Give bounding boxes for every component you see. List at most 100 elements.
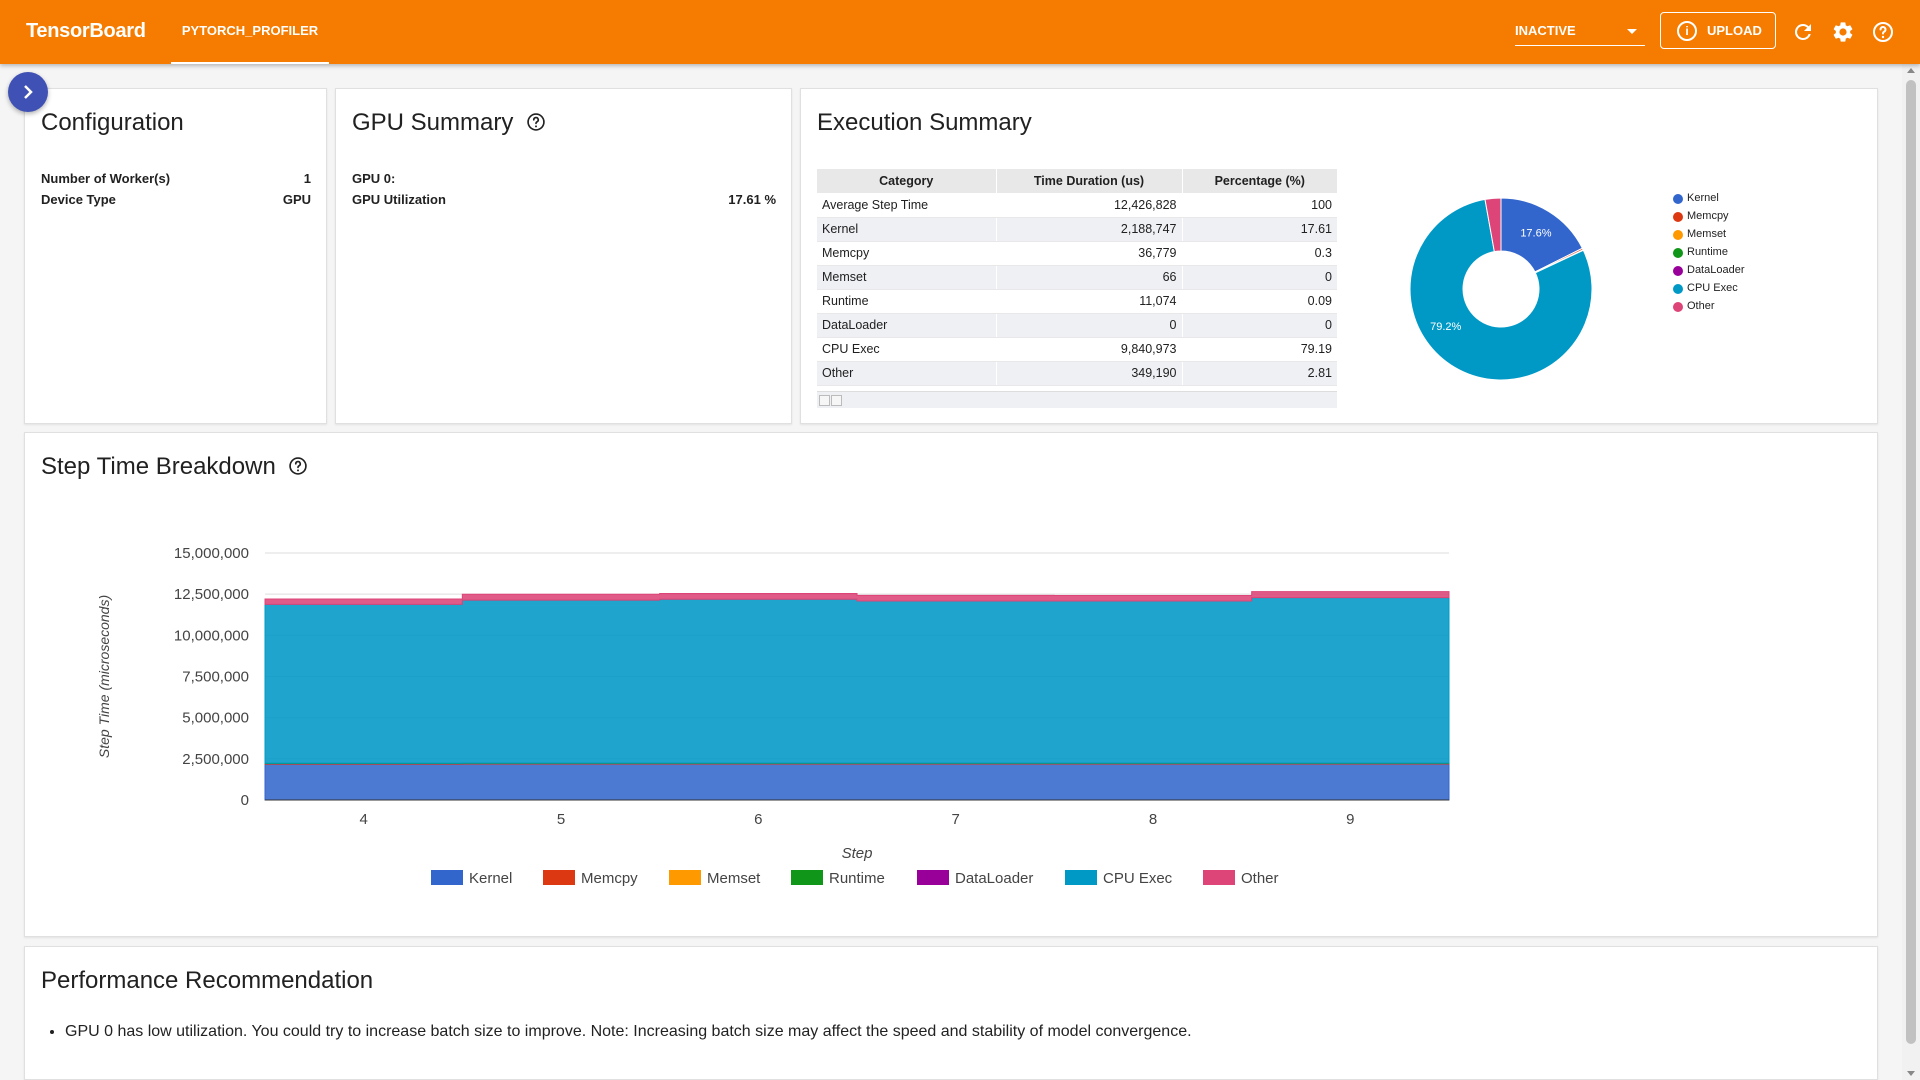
cell-duration: 9,840,973 xyxy=(996,337,1183,362)
config-value: 1 xyxy=(303,171,311,186)
legend-label: Runtime xyxy=(1687,246,1728,258)
config-label: Number of Worker(s) xyxy=(41,171,171,186)
legend-label: Memcpy xyxy=(581,870,638,887)
config-value: GPU xyxy=(282,192,311,207)
settings-icon[interactable] xyxy=(1831,20,1855,44)
legend-swatch xyxy=(669,870,701,885)
legend-item[interactable]: CPU Exec xyxy=(1065,870,1173,887)
cell-duration: 66 xyxy=(996,265,1183,290)
legend-label: Other xyxy=(1241,870,1279,887)
pie-slice-label: 17.6% xyxy=(1520,227,1551,239)
area-series-cpu-exec[interactable] xyxy=(264,597,1450,764)
cell-category: Other xyxy=(817,361,997,386)
cell-percentage: 79.19 xyxy=(1182,337,1337,362)
page-scrollbar[interactable] xyxy=(1902,64,1920,1080)
legend-swatch xyxy=(1673,194,1683,204)
chevron-down-icon xyxy=(1627,29,1637,34)
upload-button[interactable]: i UPLOAD xyxy=(1660,12,1776,49)
help-icon[interactable] xyxy=(1871,20,1895,44)
legend-label: Memcpy xyxy=(1687,210,1729,222)
legend-label: Kernel xyxy=(469,870,512,887)
top-app-bar: TensorBoard PYTORCH_PROFILER INACTIVE i … xyxy=(0,0,1920,64)
gpu-utilization-row: GPU Utilization 17.61 % xyxy=(352,192,776,207)
y-tick-label: 2,500,000 xyxy=(182,751,249,768)
legend-label: Memset xyxy=(707,870,761,887)
cell-category: Kernel xyxy=(817,217,997,242)
x-tick-label: 9 xyxy=(1346,811,1354,828)
legend-swatch xyxy=(431,870,463,885)
tab-active-indicator xyxy=(171,62,329,64)
legend-label: Kernel xyxy=(1687,192,1719,204)
recommendation-list: GPU 0 has low utilization. You could try… xyxy=(41,1023,1192,1041)
table-row: DataLoader 0 0 xyxy=(817,313,1337,338)
gpu-summary-title: GPU Summary xyxy=(352,109,514,136)
scroll-up-icon[interactable] xyxy=(1907,68,1915,73)
column-header-category[interactable]: Category xyxy=(817,169,997,193)
legend-swatch xyxy=(1673,212,1683,222)
cell-percentage: 2.81 xyxy=(1182,361,1337,386)
chevron-right-icon xyxy=(24,85,33,99)
table-row: Memcpy 36,779 0.3 xyxy=(817,241,1337,266)
column-header-percentage[interactable]: Percentage (%) xyxy=(1182,169,1337,193)
cell-duration: 0 xyxy=(996,313,1183,338)
run-status-select[interactable]: INACTIVE xyxy=(1515,14,1645,46)
legend-item[interactable]: Memset xyxy=(669,870,761,887)
refresh-icon[interactable] xyxy=(1791,20,1815,44)
y-axis-title: Step Time (microseconds) xyxy=(96,595,112,758)
y-tick-label: 12,500,000 xyxy=(174,586,249,603)
legend-item[interactable]: Kernel xyxy=(431,870,512,887)
execution-summary-table: Category Time Duration (us) Percentage (… xyxy=(817,169,1337,386)
table-row: Other 349,190 2.81 xyxy=(817,361,1337,386)
execution-pie-chart: 17.6% 79.2% xyxy=(1409,197,1593,381)
cell-duration: 2,188,747 xyxy=(996,217,1183,242)
cell-duration: 349,190 xyxy=(996,361,1183,386)
y-tick-label: 15,000,000 xyxy=(174,545,249,562)
legend-label: Memset xyxy=(1687,228,1727,240)
cell-percentage: 0.3 xyxy=(1182,241,1337,266)
legend-item[interactable]: Memcpy xyxy=(543,870,638,887)
run-status-value: INACTIVE xyxy=(1515,23,1576,38)
cell-percentage: 100 xyxy=(1182,193,1337,218)
area-series-kernel[interactable] xyxy=(264,763,1450,801)
legend-item[interactable]: DataLoader xyxy=(917,870,1033,887)
tab-pytorch-profiler[interactable]: PYTORCH_PROFILER xyxy=(171,0,329,64)
gpu-utilization-value: 17.61 % xyxy=(728,192,776,207)
x-tick-label: 8 xyxy=(1149,811,1157,828)
y-tick-label: 10,000,000 xyxy=(174,627,249,644)
x-tick-label: 6 xyxy=(754,811,762,828)
legend-item[interactable]: Runtime xyxy=(791,870,885,887)
cell-duration: 11,074 xyxy=(996,289,1183,314)
cell-duration: 36,779 xyxy=(996,241,1183,266)
gpu-summary-heading: GPU Summary xyxy=(352,109,546,137)
column-header-duration[interactable]: Time Duration (us) xyxy=(996,169,1183,193)
scroll-down-icon[interactable] xyxy=(1907,1071,1915,1076)
config-row-workers: Number of Worker(s) 1 xyxy=(41,171,311,186)
x-tick-label: 7 xyxy=(951,811,959,828)
cell-category: Memcpy xyxy=(817,241,997,266)
x-tick-label: 5 xyxy=(557,811,565,828)
scroll-left-icon[interactable] xyxy=(819,395,830,406)
x-axis-title: Step xyxy=(842,845,873,862)
legend-label: CPU Exec xyxy=(1103,870,1173,887)
help-circle-icon[interactable] xyxy=(288,456,308,476)
legend-swatch xyxy=(543,870,575,885)
legend-swatch xyxy=(791,870,823,885)
pie-slice-label: 79.2% xyxy=(1430,321,1461,333)
help-circle-icon[interactable] xyxy=(526,112,546,132)
configuration-title: Configuration xyxy=(41,109,184,136)
app-brand: TensorBoard xyxy=(26,20,146,42)
table-horizontal-scrollbar[interactable] xyxy=(817,391,1337,408)
configuration-card: Configuration Number of Worker(s) 1 Devi… xyxy=(24,88,327,424)
legend-label: DataLoader xyxy=(1687,264,1745,276)
legend-label: Other xyxy=(1687,300,1715,312)
table-row: CPU Exec 9,840,973 79.19 xyxy=(817,337,1337,362)
scrollbar-thumb[interactable] xyxy=(1906,80,1916,1044)
legend-item[interactable]: Other xyxy=(1203,870,1279,887)
legend-swatch xyxy=(917,870,949,885)
y-tick-label: 0 xyxy=(241,792,249,809)
sidebar-toggle-button[interactable] xyxy=(8,72,48,112)
cell-percentage: 0.09 xyxy=(1182,289,1337,314)
y-tick-label: 5,000,000 xyxy=(182,710,249,727)
scroll-right-icon[interactable] xyxy=(831,395,842,406)
legend-swatch xyxy=(1203,870,1235,885)
